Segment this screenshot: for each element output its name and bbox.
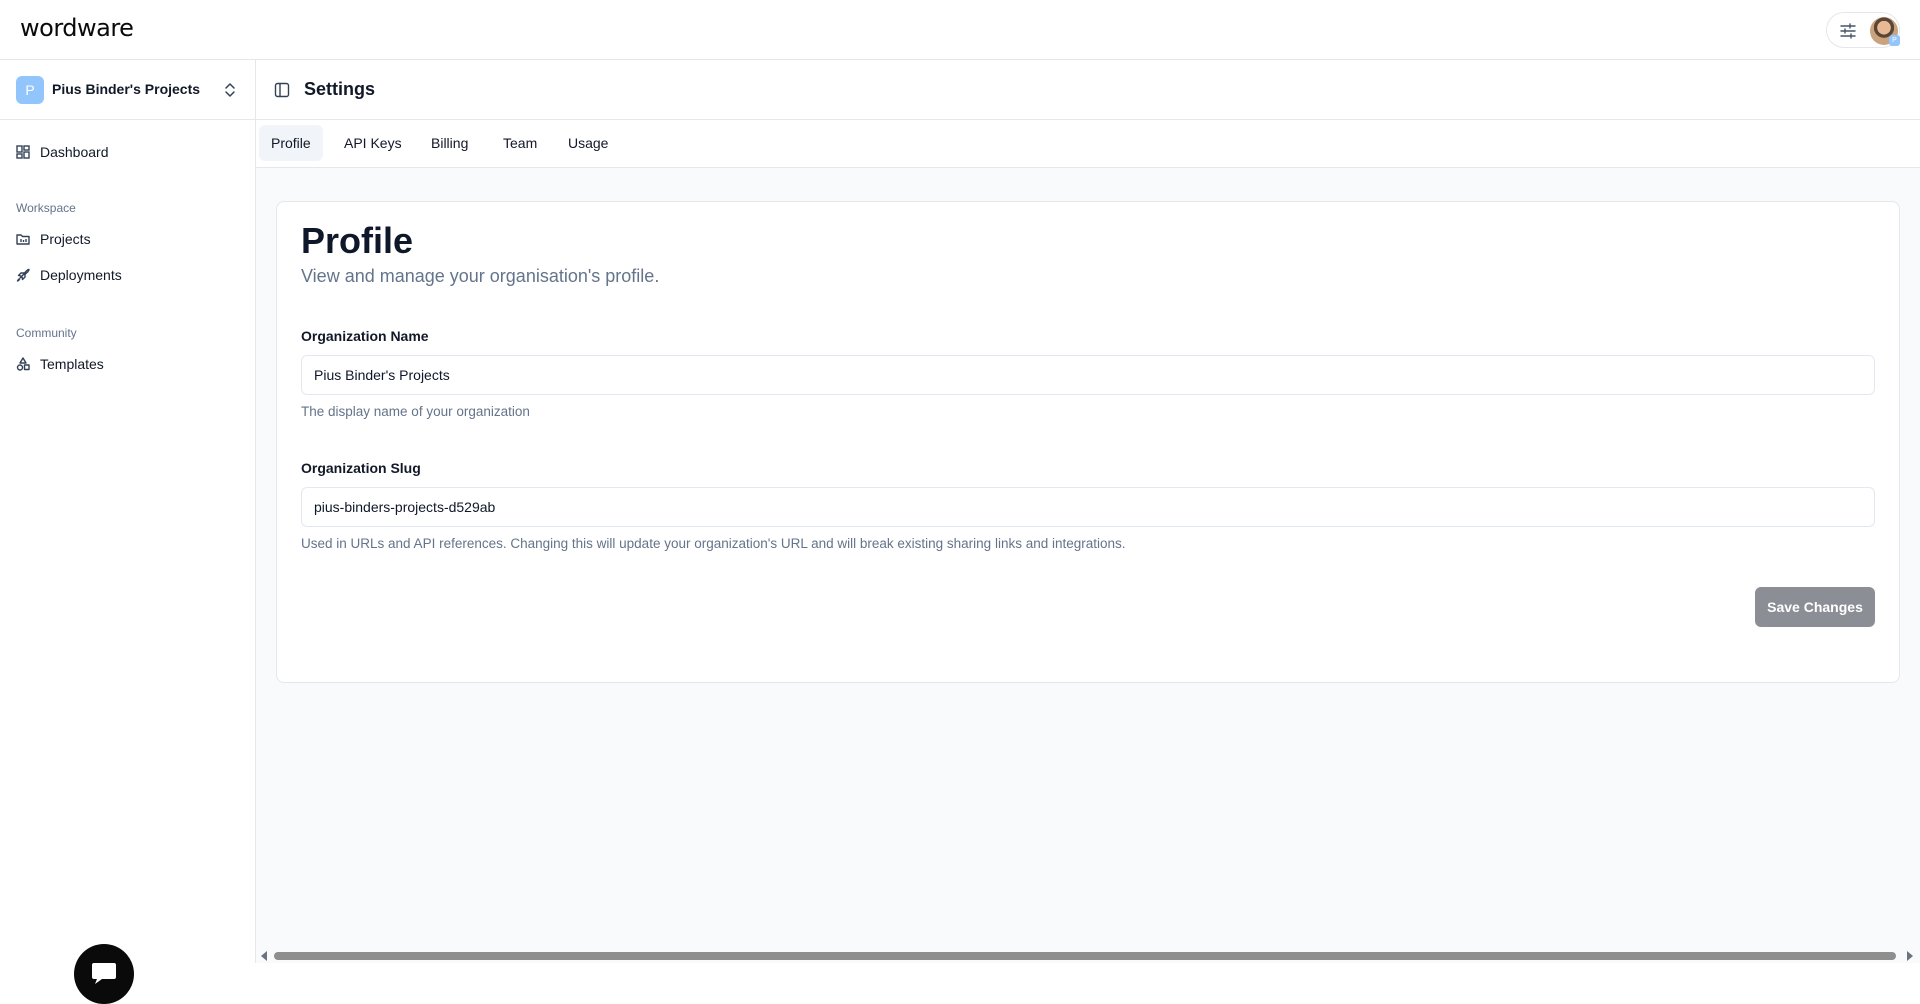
org-name-input[interactable] [301, 355, 1875, 395]
page-title: Settings [304, 79, 376, 99]
org-slug-label: Organization Slug [301, 460, 421, 476]
shapes-icon [16, 357, 30, 371]
sliders-icon [1840, 23, 1856, 39]
org-slug-help: Used in URLs and API references. Changin… [301, 536, 1126, 551]
tab-billing[interactable]: Billing [419, 125, 480, 161]
sidebar-item-deployments[interactable]: Deployments [12, 261, 242, 289]
main-content: Settings Profile API Keys Billing Team U… [256, 60, 1920, 963]
tab-api-keys[interactable]: API Keys [332, 125, 414, 161]
chat-icon [92, 963, 116, 984]
sidebar-item-label: Templates [40, 356, 104, 372]
sidebar-item-projects[interactable]: Projects [12, 225, 242, 253]
tab-team[interactable]: Team [491, 125, 549, 161]
horizontal-scrollbar[interactable] [256, 947, 1920, 963]
sidebar-toggle-icon[interactable] [274, 82, 290, 98]
tab-usage[interactable]: Usage [556, 125, 620, 161]
sidebar: P Pius Binder's Projects Dashboard Works… [0, 60, 256, 1004]
nav-group-community: Community [16, 326, 77, 340]
chat-support-button[interactable] [74, 944, 134, 1004]
section-title: Profile [301, 220, 414, 261]
avatar-badge: P [1889, 35, 1900, 46]
scrollbar-thumb[interactable] [274, 952, 1896, 960]
section-subtitle: View and manage your organisation's prof… [301, 266, 660, 286]
chevrons-up-down-icon [225, 83, 235, 97]
user-menu-button[interactable]: P [1826, 12, 1900, 48]
tab-profile[interactable]: Profile [259, 125, 323, 161]
org-slug-input[interactable] [301, 487, 1875, 527]
org-name-label: Organization Name [301, 328, 429, 344]
sidebar-item-label: Dashboard [40, 144, 109, 160]
scroll-right-icon[interactable] [1906, 951, 1914, 961]
app-logo[interactable]: wordware [20, 14, 134, 42]
folder-icon [16, 234, 30, 245]
profile-card: Profile View and manage your organisatio… [276, 201, 1900, 683]
dashboard-icon [16, 145, 30, 159]
org-name-help: The display name of your organization [301, 404, 530, 419]
settings-tabs: Profile API Keys Billing Team Usage [256, 120, 1920, 168]
top-bar: wordware P [0, 0, 1920, 60]
sidebar-item-dashboard[interactable]: Dashboard [12, 138, 242, 166]
project-badge: P [16, 76, 44, 104]
page-header: Settings [256, 60, 1920, 120]
project-name: Pius Binder's Projects [52, 81, 201, 97]
rocket-icon [16, 268, 30, 282]
nav-group-workspace: Workspace [16, 201, 76, 215]
sidebar-item-label: Projects [40, 231, 91, 247]
sidebar-item-label: Deployments [40, 267, 122, 283]
save-changes-button[interactable]: Save Changes [1755, 587, 1875, 627]
scroll-left-icon[interactable] [260, 951, 268, 961]
sidebar-item-templates[interactable]: Templates [12, 350, 242, 378]
project-switcher[interactable]: P Pius Binder's Projects [0, 60, 255, 120]
